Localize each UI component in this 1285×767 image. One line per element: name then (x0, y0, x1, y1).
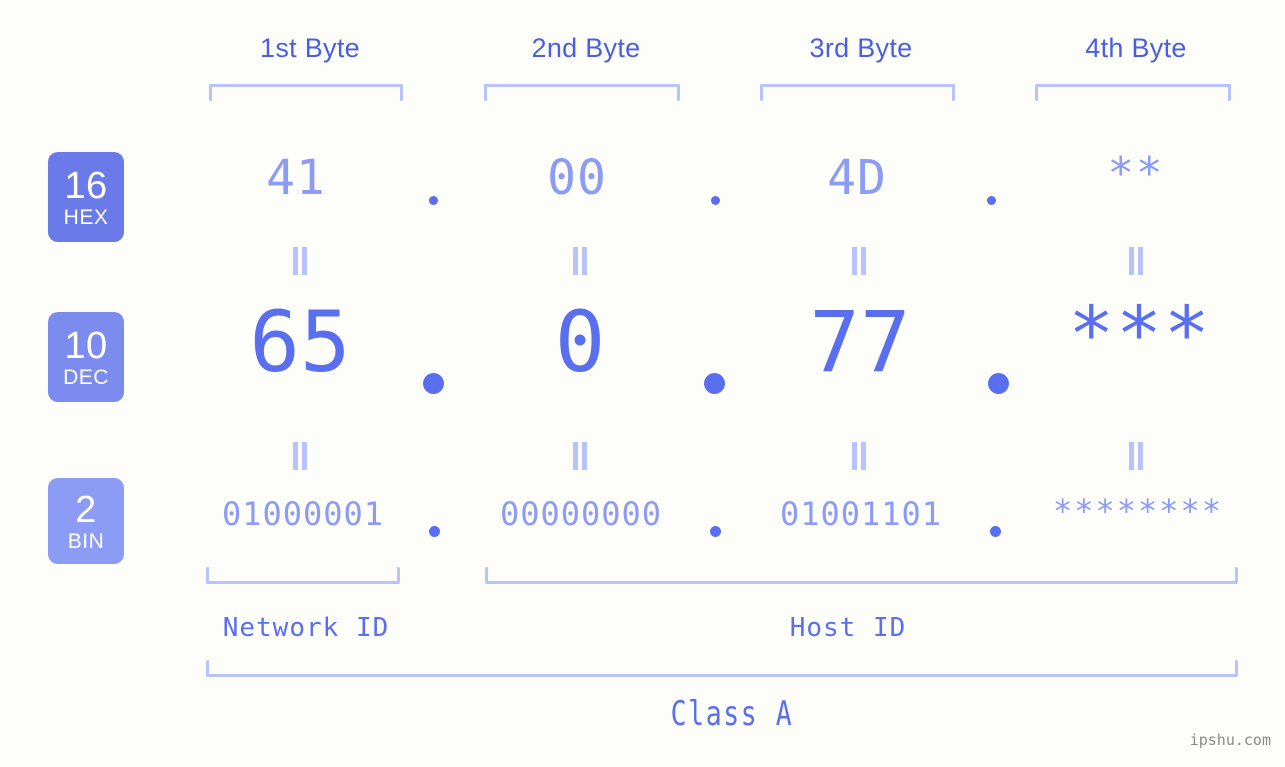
bin-separator-1 (429, 526, 440, 537)
hex-byte-3: 4D (827, 150, 887, 206)
bin-separator-2 (710, 526, 721, 537)
network-id-label: Network ID (222, 613, 390, 643)
bin-separator-3 (990, 526, 1001, 537)
byte-header-3: 3rd Byte (809, 33, 913, 63)
dec-separator-1 (423, 373, 444, 394)
bin-byte-2: 00000000 (499, 495, 663, 533)
base-badge-hex-name: HEX (63, 205, 109, 229)
bin-byte-4: ******** (1052, 492, 1224, 530)
dec-byte-4: *** (1068, 289, 1212, 378)
host-id-label: Host ID (789, 613, 907, 643)
host-id-bracket (485, 567, 1238, 584)
byte-header-1: 1st Byte (260, 33, 360, 63)
dec-byte-1: 65 (249, 293, 351, 391)
base-badge-dec-number: 10 (64, 324, 108, 367)
dec-byte-3: 77 (809, 293, 911, 391)
equivalence-mark-dec-bin-1 (292, 442, 308, 470)
dec-separator-2 (704, 373, 725, 394)
base-badge-bin: 2 BIN (48, 478, 124, 564)
byte-bracket-top-4 (1035, 84, 1231, 101)
base-badge-dec-name: DEC (63, 365, 109, 389)
bin-byte-1: 01000001 (221, 495, 385, 533)
byte-header-4: 4th Byte (1085, 33, 1187, 63)
equivalence-mark-dec-bin-2 (572, 442, 588, 470)
dec-separator-3 (988, 373, 1009, 394)
base-badge-hex: 16 HEX (48, 152, 124, 242)
hex-byte-4: ** (1107, 148, 1165, 199)
base-badge-bin-number: 2 (75, 488, 97, 531)
base-badge-dec: 10 DEC (48, 312, 124, 402)
bin-byte-3: 01001101 (779, 495, 943, 533)
dec-byte-2: 0 (554, 293, 606, 391)
equivalence-mark-hex-dec-1 (292, 247, 308, 275)
watermark: ipshu.com (1189, 731, 1271, 749)
equivalence-mark-hex-dec-4 (1128, 247, 1144, 275)
hex-separator-3 (987, 196, 996, 205)
byte-bracket-top-2 (484, 84, 680, 101)
base-badge-hex-number: 16 (64, 164, 108, 207)
byte-bracket-top-1 (209, 84, 403, 101)
equivalence-mark-hex-dec-2 (572, 247, 588, 275)
hex-separator-1 (429, 196, 438, 205)
network-id-bracket (206, 567, 400, 584)
equivalence-mark-hex-dec-3 (851, 247, 867, 275)
hex-separator-2 (711, 196, 720, 205)
class-bracket (206, 660, 1238, 677)
hex-byte-1: 41 (266, 150, 326, 206)
class-label: Class A (670, 694, 794, 734)
equivalence-mark-dec-bin-4 (1128, 442, 1144, 470)
equivalence-mark-dec-bin-3 (851, 442, 867, 470)
byte-bracket-top-3 (760, 84, 955, 101)
byte-header-2: 2nd Byte (531, 33, 641, 63)
hex-byte-2: 00 (547, 150, 607, 206)
base-badge-bin-name: BIN (67, 529, 105, 553)
